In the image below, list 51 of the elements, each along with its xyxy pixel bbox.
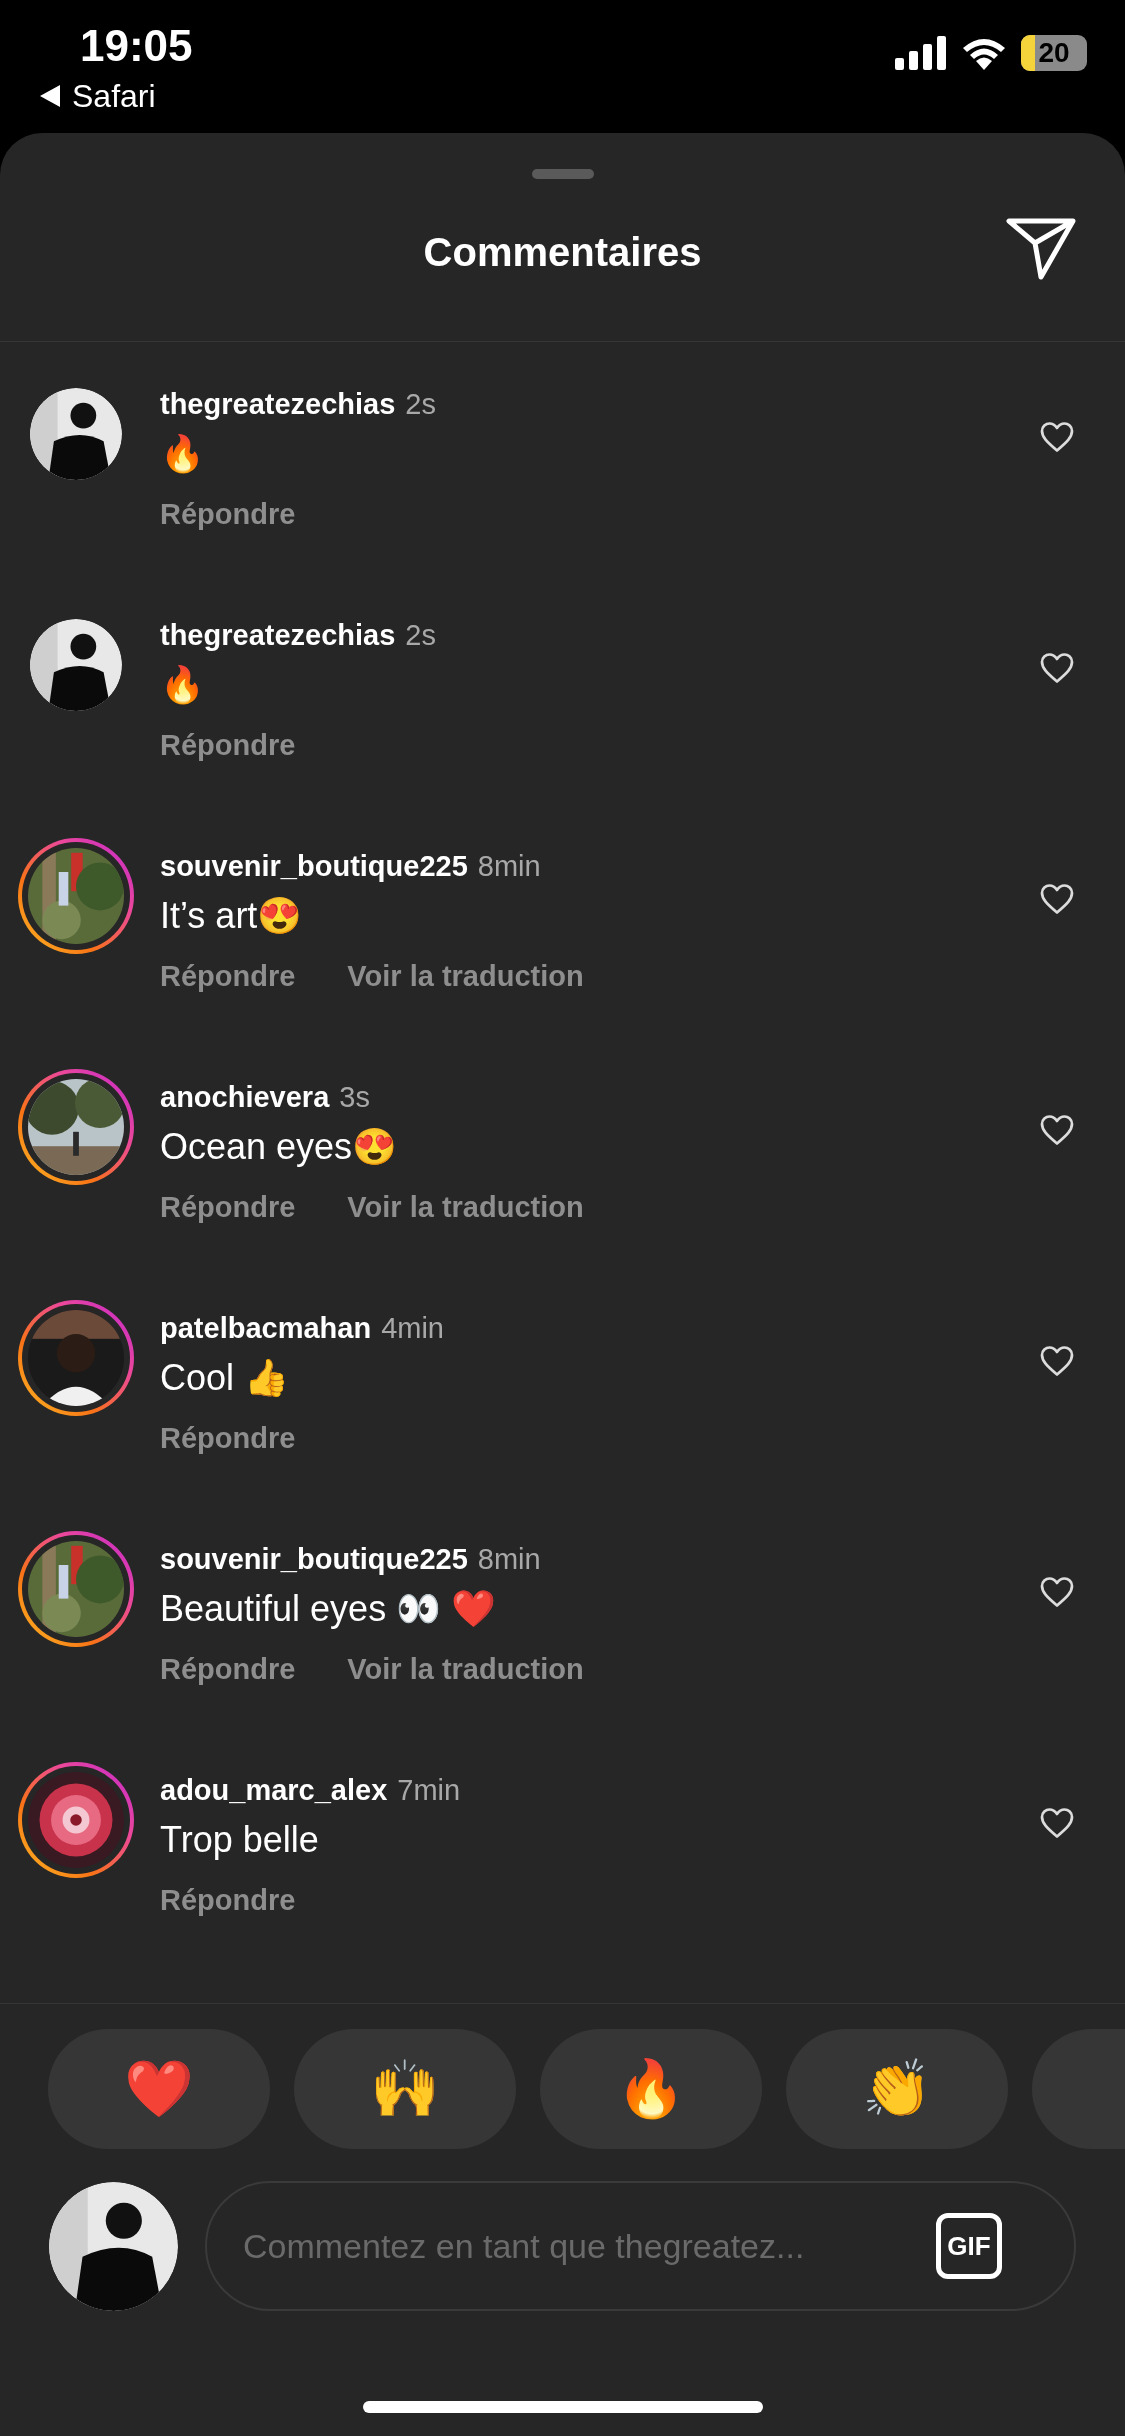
translation-link[interactable]: Voir la traduction <box>347 1647 584 1691</box>
comment-text: Ocean eyes😍 <box>160 1125 399 1169</box>
username[interactable]: anochievera <box>160 1075 330 1119</box>
heart-icon[interactable] <box>1039 1113 1075 1147</box>
reply-link[interactable]: Répondre <box>160 723 296 767</box>
reaction-button[interactable]: ❤ <box>48 2029 270 2149</box>
comment-time: 2s <box>405 618 436 653</box>
back-icon[interactable] <box>38 83 62 109</box>
username[interactable]: adou_marc_alex <box>160 1768 388 1812</box>
battery-indicator: 20 <box>1021 35 1087 71</box>
comment-text: 🔥 <box>160 663 206 707</box>
username[interactable]: souvenir_boutique225 <box>160 1537 468 1581</box>
comment-text: 🔥 <box>160 432 206 476</box>
heart-icon[interactable] <box>1039 1575 1075 1609</box>
reaction-button[interactable]: 🔥 <box>540 2029 762 2149</box>
comment-text: Trop belle <box>160 1818 320 1862</box>
comment-time: 8min <box>477 1542 541 1577</box>
signal-icon <box>895 36 947 70</box>
username[interactable]: souvenir_boutique225 <box>160 844 468 888</box>
translation-link[interactable]: Voir la traduction <box>347 1185 584 1229</box>
back-app-link[interactable]: Safari <box>72 76 156 116</box>
heart-icon[interactable] <box>1039 420 1075 454</box>
reply-link[interactable]: Répondre <box>160 1416 296 1460</box>
username[interactable]: thegreatezechias <box>160 382 396 426</box>
send-icon[interactable] <box>1005 217 1077 281</box>
status-time: 19:05 <box>80 20 193 72</box>
comment-time: 7min <box>397 1773 461 1808</box>
comment-time: 2s <box>405 387 436 422</box>
heart-icon[interactable] <box>1039 651 1075 685</box>
wifi-icon <box>961 36 1007 70</box>
comment-input[interactable]: Commentez en tant que thegreatez... GIF <box>205 2181 1076 2311</box>
comment-text: Cool 👍 <box>160 1356 291 1400</box>
comment-time: 8min <box>477 849 541 884</box>
reply-link[interactable]: Répondre <box>160 954 296 998</box>
translation-link[interactable]: Voir la traduction <box>347 954 584 998</box>
heart-icon[interactable] <box>1039 1344 1075 1378</box>
sheet-title: Commentaires <box>423 229 702 276</box>
username[interactable]: thegreatezechias <box>160 613 396 657</box>
username[interactable]: patelbacmahan <box>160 1306 372 1350</box>
heart-icon[interactable] <box>1039 1806 1075 1840</box>
reply-link[interactable]: Répondre <box>160 1647 296 1691</box>
comment-time: 4min <box>381 1311 444 1346</box>
gif-button[interactable]: GIF <box>936 2213 1002 2279</box>
reply-link[interactable]: Répondre <box>160 1185 296 1229</box>
reply-link[interactable]: Répondre <box>160 1878 296 1922</box>
comment-text: It’s art😍 <box>160 894 304 938</box>
reaction-button[interactable]: 🙌 <box>294 2029 516 2149</box>
reply-link[interactable]: Répondre <box>160 492 296 536</box>
reaction-button[interactable]: 👏 <box>786 2029 1008 2149</box>
heart-icon[interactable] <box>1039 882 1075 916</box>
comment-time: 3s <box>339 1080 370 1115</box>
